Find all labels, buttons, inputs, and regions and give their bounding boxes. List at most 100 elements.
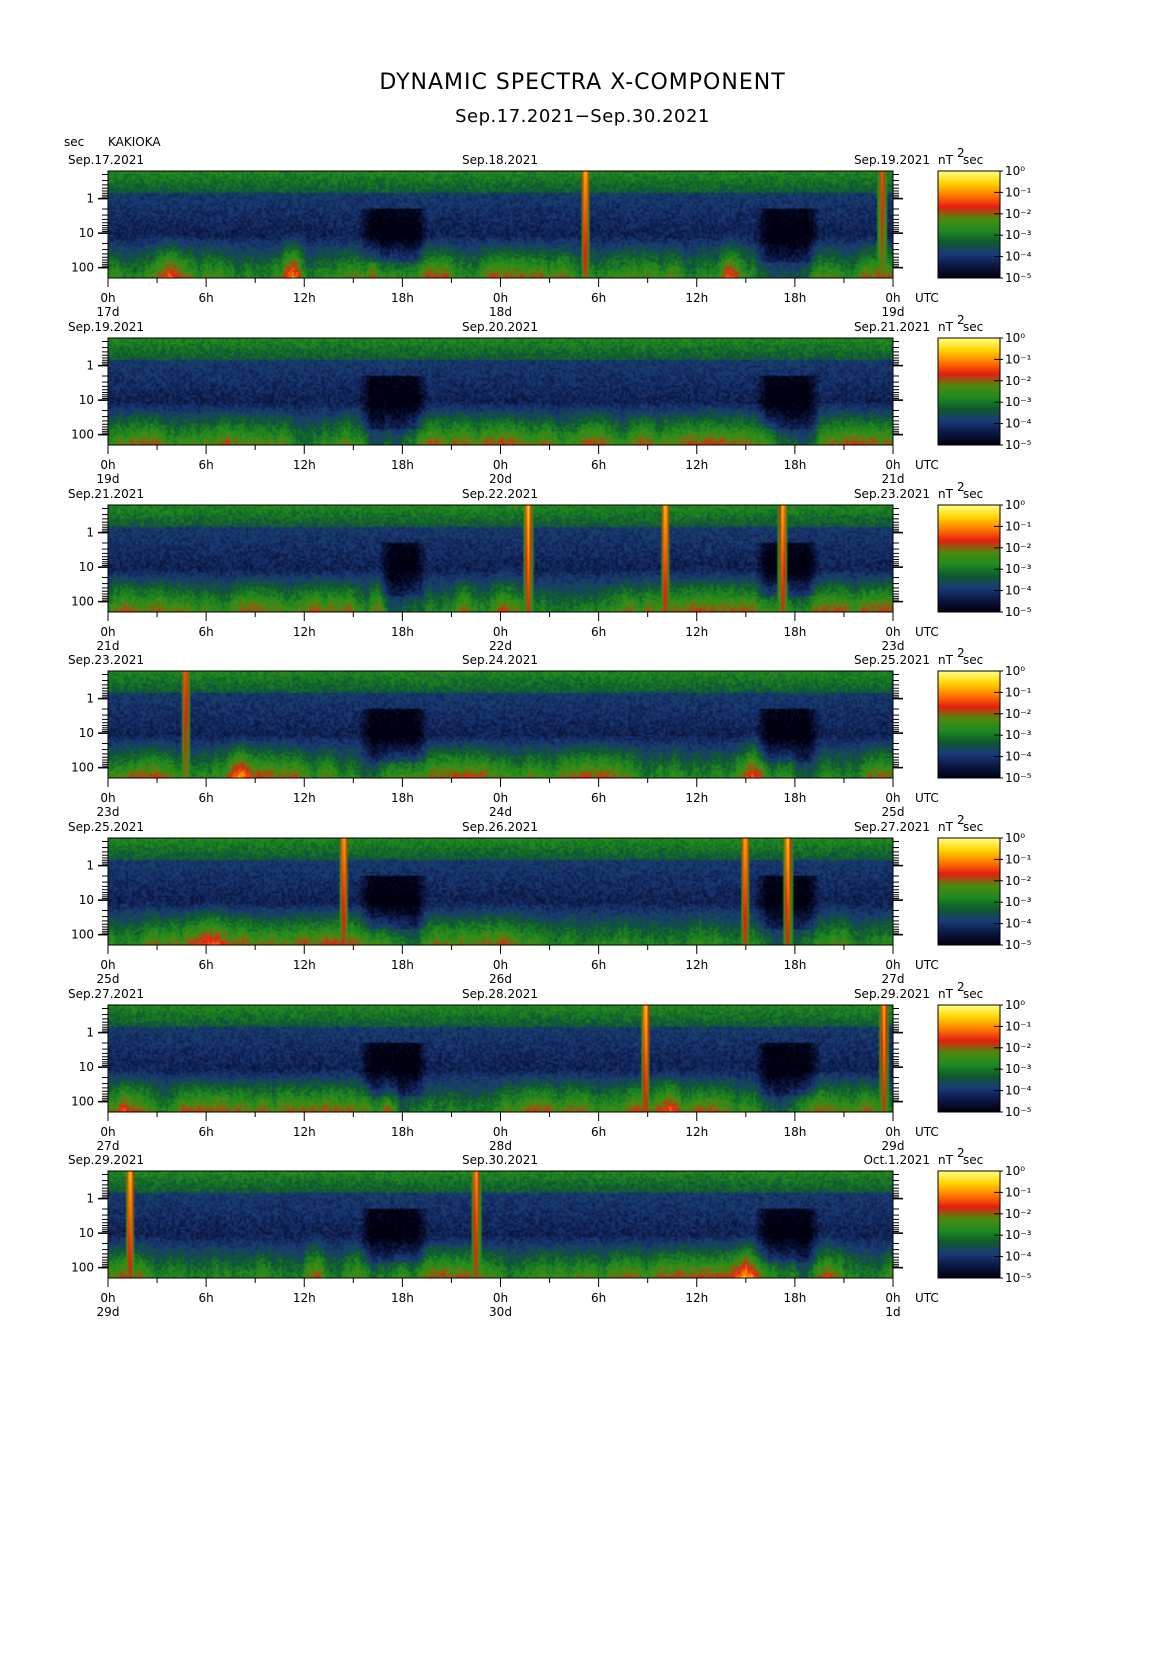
x-tick-label: 6h	[591, 1291, 606, 1305]
spectrogram-panel-6: Sep.27.2021 Sep.28.2021 Sep.29.2021 nT 2sec1…	[68, 980, 1032, 1153]
spectrogram-panel-2: Sep.19.2021 Sep.20.2021 Sep.21.2021 nT 2sec1…	[68, 313, 1032, 486]
y-tick-label: 1	[86, 526, 94, 540]
x-tick-label: 0h	[100, 791, 115, 805]
colorbar-unit-tail: sec	[963, 487, 983, 501]
x-tick-label: 0h	[885, 1125, 900, 1139]
x-tick-label: 6h	[199, 291, 214, 305]
date-mid-label: Sep.30.2021	[462, 1153, 538, 1167]
date-left-label: Sep.21.2021	[68, 487, 144, 501]
colorbar-tick-label: 10⁻²	[1005, 541, 1032, 555]
date-mid-label: Sep.26.2021	[462, 820, 538, 834]
colorbar-tick-label: 10⁻³	[1005, 895, 1032, 909]
colorbar-unit-label: nT	[938, 1153, 954, 1167]
colorbar-tick-label: 10⁻³	[1005, 395, 1032, 409]
x-tick-label: 12h	[293, 958, 316, 972]
x-tick-label: 6h	[591, 458, 606, 472]
colorbar-tick-label: 10⁻⁴	[1005, 250, 1032, 264]
date-right-label: Sep.29.2021	[854, 987, 930, 1001]
x-tick-label: 12h	[685, 1125, 708, 1139]
colorbar-tick-label: 10⁻⁴	[1005, 584, 1032, 598]
colorbar-tick-label: 10⁻³	[1005, 562, 1032, 576]
colorbar-unit-tail: sec	[963, 320, 983, 334]
y-tick-label: 1	[86, 359, 94, 373]
x-tick-label: 6h	[199, 458, 214, 472]
x-tick-label: 12h	[685, 625, 708, 639]
y-tick-label: 1	[86, 192, 94, 206]
colorbar-unit-label: nT	[938, 987, 954, 1001]
y-tick-label: 100	[71, 428, 94, 442]
x-tick-label: 0h	[885, 1291, 900, 1305]
y-tick-label: 1	[86, 692, 94, 706]
date-right-label: Sep.19.2021	[854, 153, 930, 167]
day-label: 1d	[885, 1305, 900, 1319]
date-mid-label: Sep.20.2021	[462, 320, 538, 334]
colorbar-tick-label: 10⁻¹	[1005, 1185, 1032, 1199]
y-tick-label: 100	[71, 928, 94, 942]
colorbar-unit-tail: sec	[963, 653, 983, 667]
date-right-label: Oct.1.2021	[863, 1153, 930, 1167]
colorbar-tick-label: 10⁻⁵	[1005, 271, 1032, 285]
colorbar	[938, 838, 1000, 945]
date-right-label: Sep.27.2021	[854, 820, 930, 834]
y-tick-label: 100	[71, 261, 94, 275]
colorbar-tick-label: 10⁻⁴	[1005, 1084, 1032, 1098]
colorbar-tick-label: 10⁰	[1005, 831, 1025, 845]
x-tick-label: 0h	[100, 1125, 115, 1139]
spectrogram-panel-4: Sep.23.2021 Sep.24.2021 Sep.25.2021 nT 2sec1…	[68, 646, 1032, 819]
colorbar-tick-label: 10⁻¹	[1005, 685, 1032, 699]
colorbar-tick-label: 10⁻⁴	[1005, 917, 1032, 931]
colorbar-tick-label: 10⁻⁴	[1005, 417, 1032, 431]
spectrogram-heatmap	[108, 671, 893, 778]
colorbar-unit-tail: sec	[963, 153, 983, 167]
date-left-label: Sep.19.2021	[68, 320, 144, 334]
colorbar-tick-label: 10⁻³	[1005, 1228, 1032, 1242]
x-tick-label: 18h	[391, 625, 414, 639]
colorbar-tick-label: 10⁻⁵	[1005, 1271, 1032, 1285]
y-tick-label: 100	[71, 761, 94, 775]
x-tick-label: 0h	[493, 458, 508, 472]
x-tick-label: 0h	[885, 958, 900, 972]
x-tick-label: 12h	[293, 291, 316, 305]
x-tick-label: 18h	[391, 958, 414, 972]
colorbar-unit-label: nT	[938, 320, 954, 334]
x-tick-label: 18h	[391, 1291, 414, 1305]
colorbar-tick-label: 10⁻¹	[1005, 352, 1032, 366]
colorbar-tick-label: 10⁻²	[1005, 707, 1032, 721]
colorbar-tick-label: 10⁻²	[1005, 1207, 1032, 1221]
x-tick-label: 12h	[293, 625, 316, 639]
spectrogram-panel-3: Sep.21.2021 Sep.22.2021 Sep.23.2021 nT 2sec1…	[68, 480, 1032, 653]
utc-label: UTC	[915, 958, 939, 972]
colorbar-tick-label: 10⁻¹	[1005, 185, 1032, 199]
colorbar-tick-label: 10⁻⁵	[1005, 438, 1032, 452]
x-tick-label: 6h	[591, 791, 606, 805]
x-tick-label: 12h	[685, 1291, 708, 1305]
x-tick-label: 12h	[293, 791, 316, 805]
colorbar-tick-label: 10⁻⁵	[1005, 605, 1032, 619]
colorbar	[938, 338, 1000, 445]
y-tick-label: 10	[79, 1226, 94, 1240]
x-tick-label: 0h	[493, 1125, 508, 1139]
x-tick-label: 12h	[685, 458, 708, 472]
x-tick-label: 12h	[685, 791, 708, 805]
colorbar-tick-label: 10⁻²	[1005, 874, 1032, 888]
spectrogram-heatmap	[108, 1005, 893, 1112]
utc-label: UTC	[915, 1125, 939, 1139]
colorbar-tick-label: 10⁻⁴	[1005, 1250, 1032, 1264]
utc-label: UTC	[915, 1291, 939, 1305]
date-mid-label: Sep.22.2021	[462, 487, 538, 501]
x-tick-label: 0h	[493, 625, 508, 639]
colorbar	[938, 171, 1000, 278]
colorbar-tick-label: 10⁻³	[1005, 728, 1032, 742]
x-tick-label: 0h	[100, 1291, 115, 1305]
colorbar-tick-label: 10⁻¹	[1005, 1019, 1032, 1033]
colorbar-tick-label: 10⁻²	[1005, 1041, 1032, 1055]
colorbar-unit-label: nT	[938, 820, 954, 834]
date-right-label: Sep.25.2021	[854, 653, 930, 667]
x-tick-label: 18h	[391, 458, 414, 472]
chart-title: DYNAMIC SPECTRA X-COMPONENT	[379, 70, 786, 95]
y-tick-label: 10	[79, 226, 94, 240]
colorbar-tick-label: 10⁻¹	[1005, 852, 1032, 866]
x-tick-label: 6h	[199, 958, 214, 972]
spectrogram-heatmap	[108, 171, 893, 278]
x-tick-label: 0h	[885, 291, 900, 305]
